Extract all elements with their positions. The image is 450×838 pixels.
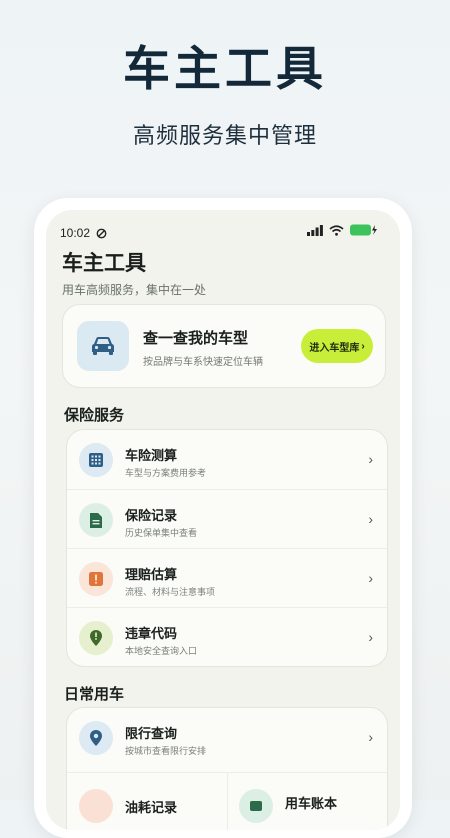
list-item-title: 理赔估算 bbox=[125, 567, 178, 582]
hero-subtitle: 高频服务集中管理 bbox=[132, 123, 317, 148]
document-icon bbox=[79, 503, 113, 537]
grid-item-title: 用车账本 bbox=[285, 796, 338, 811]
list-item-car-insurance-calc[interactable]: 车险测算 车型与方案费用参考 › bbox=[67, 430, 387, 489]
list-item-subtitle: 本地安全查询入口 bbox=[125, 646, 198, 656]
list-item-subtitle: 流程、材料与注意事项 bbox=[125, 587, 216, 597]
map-pin-icon bbox=[79, 621, 113, 655]
status-bar-left: 10:02 bbox=[60, 226, 107, 240]
enter-car-library-label: 进入车型库 bbox=[309, 342, 360, 354]
insurance-list: 车险测算 车型与方案费用参考 › 保险记录 历史保单集中查看 › 理赔估算 流程… bbox=[66, 429, 388, 667]
chevron-right-icon: › bbox=[368, 511, 373, 527]
fuel-icon bbox=[79, 789, 113, 823]
status-bar-right bbox=[307, 224, 378, 236]
car-icon bbox=[77, 321, 129, 371]
car-model-title: 查一查我的车型 bbox=[143, 330, 249, 347]
grid-item-car-ledger[interactable]: 用车账本 bbox=[227, 772, 387, 830]
location-icon bbox=[79, 721, 113, 755]
list-item-violation-codes[interactable]: 违章代码 本地安全查询入口 › bbox=[67, 607, 387, 667]
chevron-right-icon: › bbox=[361, 340, 365, 352]
battery-charging-icon bbox=[350, 224, 377, 236]
do-not-disturb-icon bbox=[96, 228, 107, 238]
wallet-icon bbox=[239, 789, 273, 823]
car-model-subtitle: 按品牌与车系快速定位车辆 bbox=[143, 357, 263, 368]
list-item-claim-estimate[interactable]: 理赔估算 流程、材料与注意事项 › bbox=[67, 548, 387, 608]
list-item-subtitle: 车型与方案费用参考 bbox=[125, 468, 207, 478]
list-item-subtitle: 按城市查看限行安排 bbox=[125, 746, 207, 756]
alert-icon bbox=[79, 562, 113, 596]
insurance-section-title: 保险服务 bbox=[64, 407, 125, 424]
chevron-right-icon: › bbox=[368, 629, 373, 645]
app-screen: 10:02 车主工具 用车高频服务，集中在一处 查一查我的车型 按品牌与车系快速… bbox=[46, 210, 400, 830]
chevron-right-icon: › bbox=[368, 451, 373, 467]
daily-list: 限行查询 按城市查看限行安排 › 油耗记录 用车账本 bbox=[66, 707, 388, 830]
app-subtitle: 用车高频服务，集中在一处 bbox=[62, 283, 207, 297]
grid-item-fuel-records[interactable]: 油耗记录 bbox=[67, 772, 228, 830]
status-time: 10:02 bbox=[60, 226, 91, 240]
enter-car-library-button[interactable]: 进入车型库 › bbox=[301, 329, 373, 363]
list-item-title: 保险记录 bbox=[125, 508, 178, 523]
signal-icon bbox=[307, 224, 323, 236]
list-item-traffic-restriction[interactable]: 限行查询 按城市查看限行安排 › bbox=[67, 708, 387, 770]
car-model-card[interactable]: 查一查我的车型 按品牌与车系快速定位车辆 进入车型库 › bbox=[62, 304, 386, 388]
chevron-right-icon: › bbox=[368, 570, 373, 586]
list-item-insurance-records[interactable]: 保险记录 历史保单集中查看 › bbox=[67, 489, 387, 549]
hero-title: 车主工具 bbox=[123, 42, 327, 95]
list-item-subtitle: 历史保单集中查看 bbox=[125, 528, 198, 538]
chevron-right-icon: › bbox=[368, 729, 373, 745]
list-item-title: 限行查询 bbox=[125, 726, 178, 741]
list-item-title: 车险测算 bbox=[125, 448, 178, 463]
calculator-icon bbox=[79, 443, 113, 477]
list-item-title: 违章代码 bbox=[125, 626, 178, 641]
wifi-icon bbox=[329, 224, 344, 236]
app-title: 车主工具 bbox=[62, 252, 146, 275]
daily-section-title: 日常用车 bbox=[64, 686, 125, 703]
